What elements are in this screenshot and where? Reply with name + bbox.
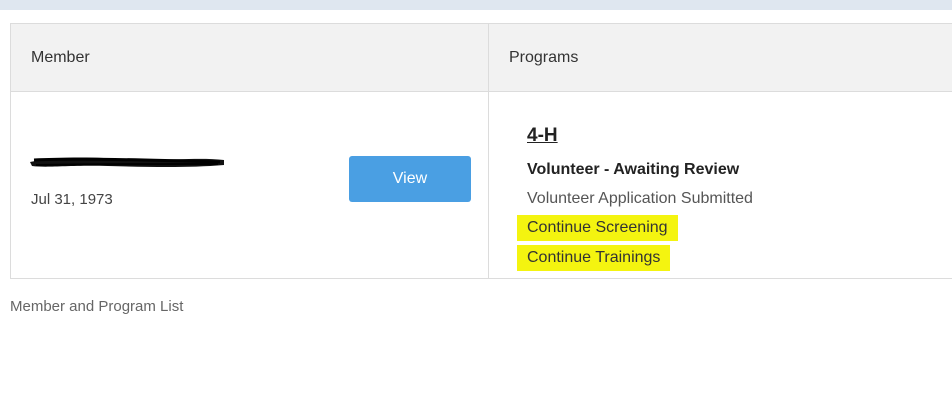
continue-trainings-link[interactable]: Continue Trainings bbox=[517, 245, 671, 271]
column-header-programs: Programs bbox=[509, 49, 579, 66]
column-header-member: Member bbox=[31, 49, 90, 66]
page: Member Programs Jul 31, 1973 View 4-H Vo… bbox=[0, 10, 952, 408]
redacted-member-name bbox=[30, 157, 224, 167]
table-caption: Member and Program List bbox=[10, 298, 184, 315]
continue-screening-link[interactable]: Continue Screening bbox=[517, 215, 678, 241]
table-header: Member Programs bbox=[11, 24, 952, 92]
program-substatus: Volunteer Application Submitted bbox=[527, 190, 753, 207]
program-name-link[interactable]: 4-H bbox=[527, 125, 558, 147]
view-button[interactable]: View bbox=[349, 156, 471, 202]
member-date-of-birth: Jul 31, 1973 bbox=[31, 191, 113, 208]
member-program-table: Member Programs Jul 31, 1973 View 4-H Vo… bbox=[10, 23, 952, 279]
program-status: Volunteer - Awaiting Review bbox=[527, 161, 740, 178]
column-divider bbox=[488, 24, 489, 278]
